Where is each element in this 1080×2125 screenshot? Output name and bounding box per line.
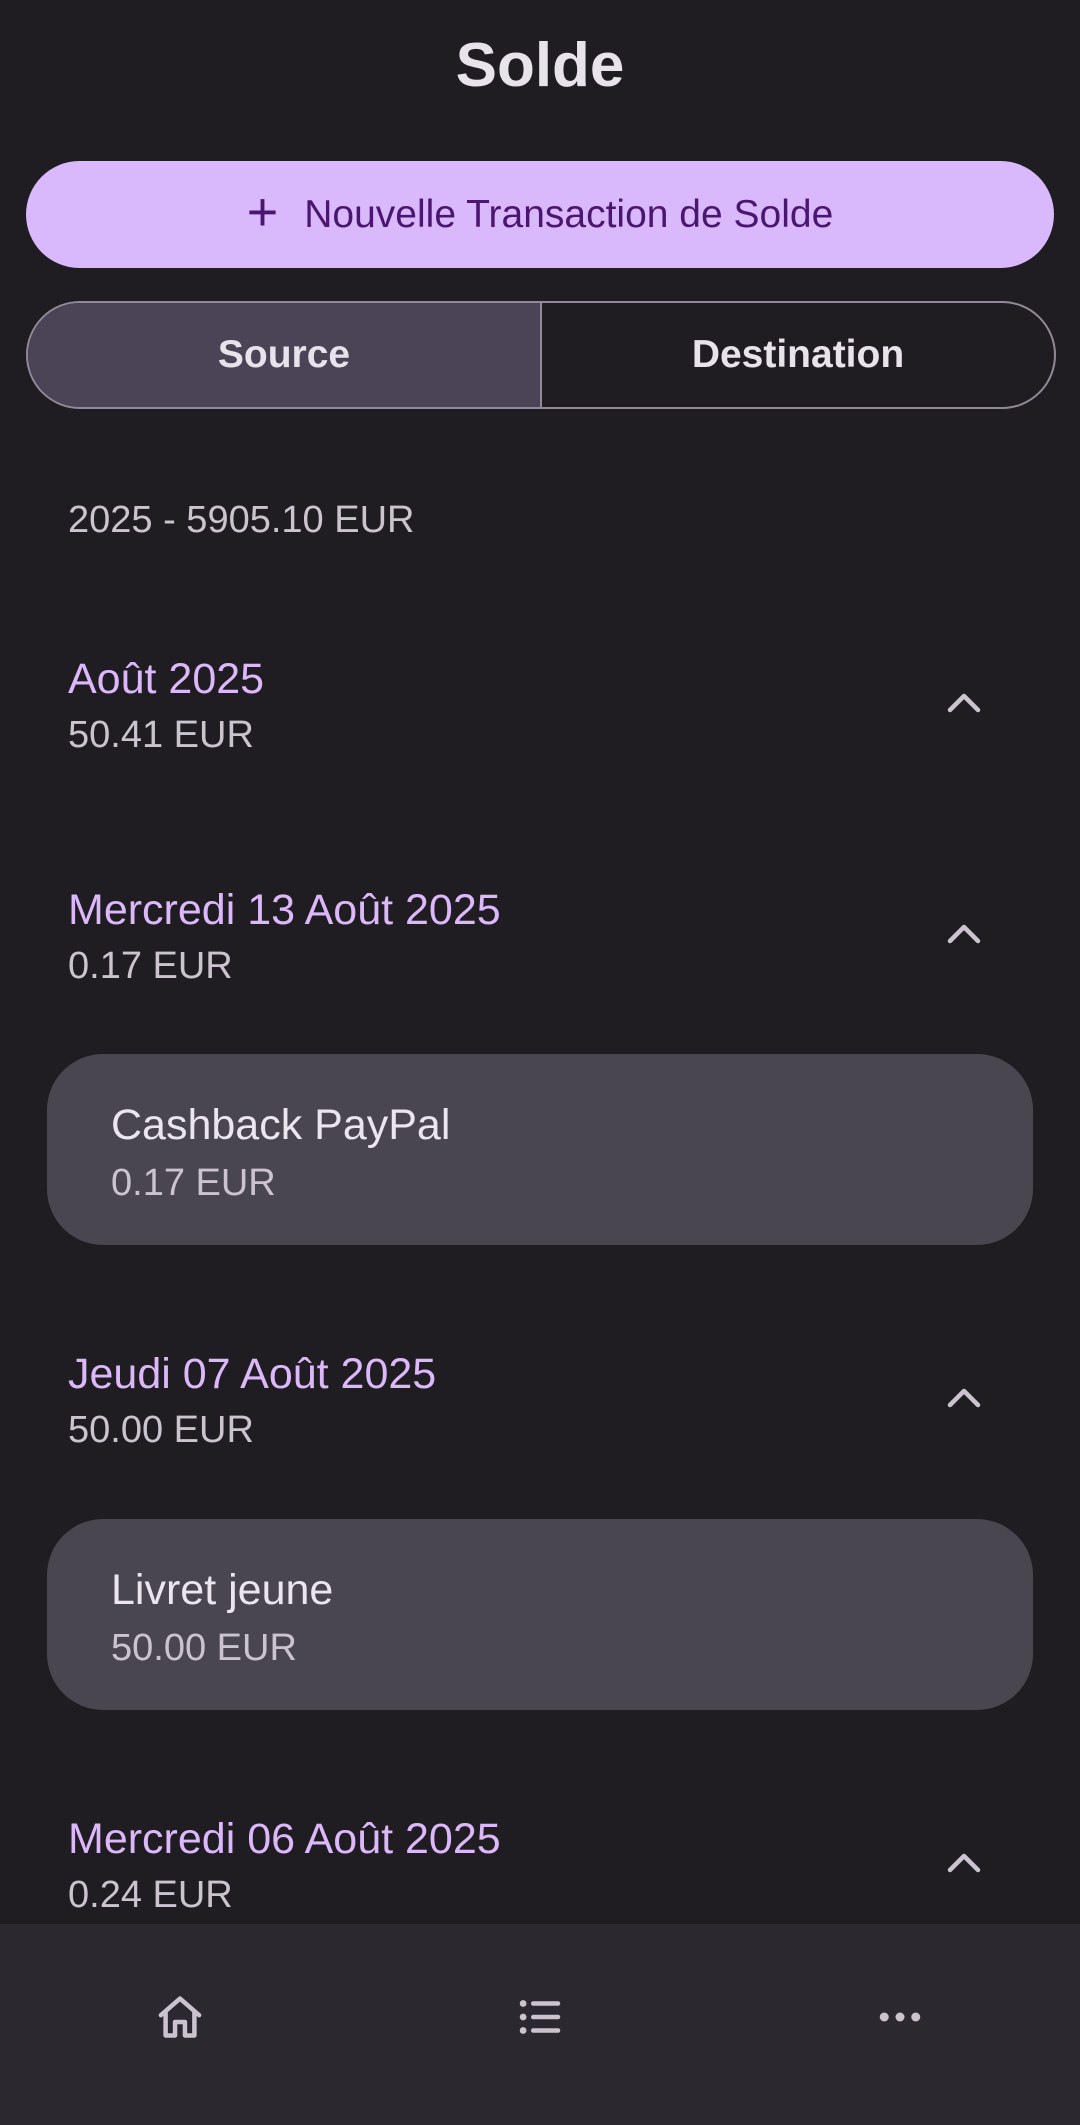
transaction-label: Cashback PayPal [111,1101,451,1149]
balance-screen: Solde + Nouvelle Transaction de Solde So… [0,0,1080,2125]
source-destination-toggle: Source Destination [26,301,1056,409]
group-amount: 0.24 EUR [68,1874,233,1916]
group-amount: 50.00 EUR [68,1409,254,1451]
chevron-up-icon[interactable] [944,913,984,953]
transaction-label: Livret jeune [111,1566,334,1614]
nav-home[interactable] [0,1924,360,2110]
transaction-amount: 0.17 EUR [111,1162,276,1204]
day-group-header[interactable]: Mercredi 13 Août 2025 0.17 EUR [68,883,1012,991]
month-group-header[interactable]: Août 2025 50.41 EUR [68,652,1012,760]
list-icon [519,2000,561,2034]
group-title: Mercredi 06 Août 2025 [68,1815,501,1863]
nav-more[interactable] [720,1924,1080,2110]
more-icon [879,2012,921,2022]
tab-source-label: Source [217,333,351,376]
tab-source[interactable]: Source [28,303,540,407]
bottom-navigation [0,1924,1080,2125]
tab-destination[interactable]: Destination [540,303,1054,407]
page-title: Solde [455,31,625,100]
day-group-header[interactable]: Mercredi 06 Août 2025 0.24 EUR [68,1812,1012,1920]
group-title: Mercredi 13 Août 2025 [68,886,501,934]
chevron-up-icon[interactable] [944,682,984,722]
chevron-up-icon[interactable] [944,1842,984,1882]
group-title: Jeudi 07 Août 2025 [68,1350,437,1398]
transaction-amount: 50.00 EUR [111,1627,297,1669]
new-balance-transaction-button[interactable]: + Nouvelle Transaction de Solde [26,161,1054,268]
tab-destination-label: Destination [691,333,905,376]
new-transaction-label: Nouvelle Transaction de Solde [304,192,834,236]
home-icon [158,1996,202,2038]
group-amount: 0.17 EUR [68,945,233,987]
chevron-up-icon[interactable] [944,1377,984,1417]
group-amount: 50.41 EUR [68,714,254,756]
year-total: 2025 - 5905.10 EUR [68,499,415,541]
group-title: Août 2025 [68,655,265,703]
nav-list[interactable] [360,1924,720,2110]
transaction-card[interactable]: Cashback PayPal 0.17 EUR [47,1054,1033,1245]
day-group-header[interactable]: Jeudi 07 Août 2025 50.00 EUR [68,1347,1012,1455]
transaction-card[interactable]: Livret jeune 50.00 EUR [47,1519,1033,1710]
plus-icon: + [246,181,279,242]
